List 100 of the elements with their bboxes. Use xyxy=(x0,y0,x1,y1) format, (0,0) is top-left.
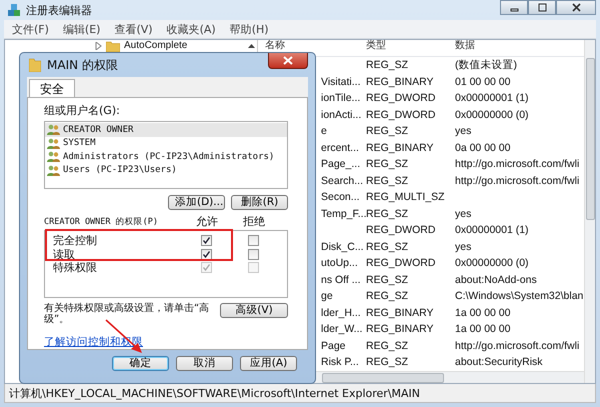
value-type: REG_SZ xyxy=(366,340,408,352)
tree-item[interactable]: AutoComplete xyxy=(124,40,188,52)
value-name: ionTile... xyxy=(321,92,360,104)
menu-item[interactable]: 文件(F) xyxy=(12,22,49,36)
value-name: Visitati... xyxy=(321,76,360,88)
value-data: yes xyxy=(455,240,472,253)
user-item[interactable]: CREATOR OWNER xyxy=(45,123,287,136)
group-label: 组或用户名(G): xyxy=(44,103,121,118)
value-name: Page_... xyxy=(321,158,360,170)
value-type: REG_SZ xyxy=(366,158,408,170)
value-data: http://go.microsoft.com/fwli xyxy=(455,158,580,170)
value-type: REG_SZ xyxy=(366,174,408,187)
value-data: 0x00000000 (0) xyxy=(455,257,529,270)
permission-name: 特殊权限 xyxy=(52,260,98,276)
value-name: ns Off ... xyxy=(321,274,360,286)
dialog-title: MAIN 的权限 xyxy=(47,56,118,74)
advanced-button[interactable]: 高级(V) xyxy=(220,303,288,318)
deny-checkbox[interactable] xyxy=(248,248,258,260)
value-data: http://go.microsoft.com/fwli xyxy=(455,340,580,352)
value-name: Page xyxy=(321,340,346,352)
value-type: REG_BINARY xyxy=(366,76,434,88)
value-type: REG_SZ xyxy=(366,240,408,253)
users-icon xyxy=(47,164,60,176)
permission-name: 读取 xyxy=(52,246,76,262)
folder-icon xyxy=(29,58,41,72)
deny-header: 拒绝 xyxy=(242,216,266,228)
maximize-button[interactable] xyxy=(528,0,556,15)
column-header[interactable]: 名称 xyxy=(258,40,366,51)
maximize-icon xyxy=(538,3,546,12)
users-icon xyxy=(47,138,60,149)
permission-name: 完全控制 xyxy=(52,233,98,248)
value-type: REG_SZ xyxy=(366,274,408,286)
value-data: (数值未设置) xyxy=(455,59,517,72)
value-data: 1a 00 00 00 xyxy=(455,306,510,319)
value-name: Disk_C... xyxy=(321,240,364,253)
value-name: ge xyxy=(321,290,333,302)
value-type: REG_BINARY xyxy=(366,142,434,154)
value-data: http://go.microsoft.com/fwli xyxy=(455,174,580,187)
value-type: REG_DWORD xyxy=(366,224,436,236)
value-type: REG_SZ xyxy=(366,125,408,138)
users-icon xyxy=(47,151,60,162)
value-data: yes xyxy=(455,208,472,220)
value-data: 0a 00 00 00 xyxy=(455,142,510,154)
window-title: 注册表编辑器 xyxy=(26,2,92,18)
column-header[interactable]: 数据 xyxy=(455,40,475,51)
value-data: C:\Windows\System32\blan xyxy=(455,290,584,302)
allow-checkbox[interactable] xyxy=(200,235,212,246)
value-type: REG_DWORD xyxy=(366,92,436,104)
value-name: Risk P... xyxy=(321,356,359,368)
close-button[interactable] xyxy=(556,0,596,15)
users-icon xyxy=(47,124,60,136)
menu-item[interactable]: 编辑(E) xyxy=(62,22,100,36)
value-name: e xyxy=(321,125,327,138)
minimize-button[interactable] xyxy=(500,0,528,15)
value-name: lder_W... xyxy=(321,323,362,336)
status-path: 计算机\HKEY_LOCAL_MACHINE\SOFTWARE\Microsoft\Internet Explorer\MAIN xyxy=(9,386,420,400)
close-icon xyxy=(283,56,293,65)
value-name: Temp_F... xyxy=(321,208,367,220)
value-type: REG_SZ xyxy=(366,59,408,72)
user-item[interactable]: Administrators (PC-IP23\Administrators) xyxy=(45,150,287,164)
cubes-icon xyxy=(8,4,21,16)
advanced-hint: 有关特殊权限或高级设置，请单击“高级”。 xyxy=(44,303,210,325)
dialog-button[interactable]: 应用(A) xyxy=(240,356,297,371)
allow-checkbox[interactable] xyxy=(200,248,212,260)
value-data: 0x00000001 (1) xyxy=(455,92,529,104)
value-type: REG_MULTI_SZ xyxy=(366,191,445,204)
value-data: yes xyxy=(455,125,472,138)
dialog-button[interactable]: 确定 xyxy=(112,356,169,371)
allow-header: 允许 xyxy=(195,216,219,228)
menu-item[interactable]: 查看(V) xyxy=(114,22,153,36)
menu-item[interactable]: 收藏夹(A) xyxy=(166,22,216,36)
add-button[interactable]: 添加(D)... xyxy=(168,195,225,210)
deny-checkbox[interactable] xyxy=(248,235,258,246)
tab[interactable]: 安全 xyxy=(29,79,75,97)
value-type: REG_DWORD xyxy=(366,257,436,270)
user-item[interactable]: SYSTEM xyxy=(45,136,287,150)
close-icon xyxy=(572,3,580,12)
remove-button[interactable]: 删除(R) xyxy=(231,195,288,210)
value-type: REG_SZ xyxy=(366,290,408,302)
value-data: 01 00 00 00 xyxy=(455,76,510,88)
close-button[interactable] xyxy=(268,53,308,69)
value-data: 0x00000001 (1) xyxy=(455,224,529,236)
vertical-scrollbar[interactable] xyxy=(584,40,595,383)
value-data: about:SecurityRisk xyxy=(455,356,543,368)
menu-item[interactable]: 帮助(H) xyxy=(230,22,269,36)
dialog-button[interactable]: 取消 xyxy=(176,356,233,371)
permissions-label: CREATOR OWNER 的权限(P) xyxy=(44,216,159,228)
value-data: 1a 00 00 00 xyxy=(455,323,510,336)
value-name: Secon... xyxy=(321,191,360,204)
user-item[interactable]: Users (PC-IP23\Users) xyxy=(45,164,287,177)
column-header[interactable]: 类型 xyxy=(366,40,455,51)
value-name: ionActi... xyxy=(321,108,362,121)
value-name: ercent... xyxy=(321,142,359,154)
expand-arrow-icon[interactable] xyxy=(95,42,102,50)
value-type: REG_BINARY xyxy=(366,306,434,319)
value-name: lder_H... xyxy=(321,306,361,319)
value-data: about:NoAdd-ons xyxy=(455,274,537,286)
value-name: utoUp... xyxy=(321,257,358,270)
value-data: 0x00000000 (0) xyxy=(455,108,529,121)
value-name: Search... xyxy=(321,174,364,187)
